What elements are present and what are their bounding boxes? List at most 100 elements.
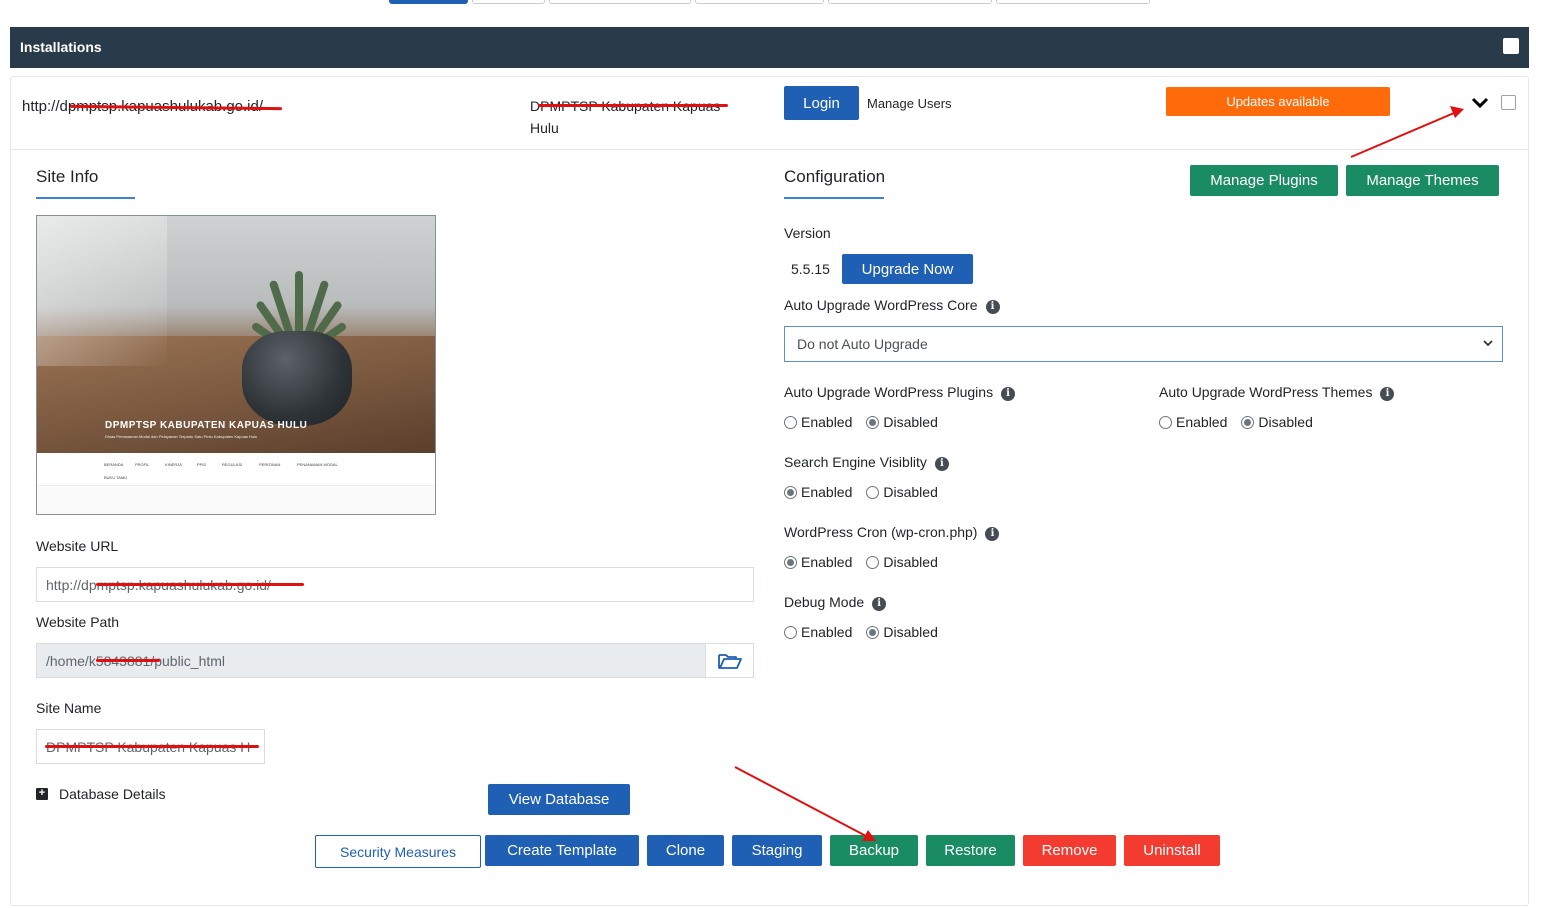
radio-enabled[interactable] bbox=[1159, 415, 1172, 429]
radio-enabled-label: Enabled bbox=[801, 554, 853, 570]
expand-plus-icon[interactable]: + bbox=[36, 788, 48, 800]
info-icon[interactable]: i bbox=[872, 597, 887, 611]
thumbnail-nav-item: REGULASI bbox=[222, 462, 243, 467]
info-icon[interactable]: i bbox=[1001, 387, 1016, 401]
radio-enabled[interactable] bbox=[784, 415, 797, 429]
website-path-suffix: /public_html bbox=[150, 652, 226, 669]
radio-enabled-label: Enabled bbox=[1176, 414, 1228, 430]
site-screenshot: DPMPTSP KABUPATEN KAPUAS HULU Dinas Pena… bbox=[36, 215, 436, 515]
security-measures-button[interactable]: Security Measures bbox=[315, 835, 481, 868]
radio-enabled-label: Enabled bbox=[801, 484, 853, 500]
cron-label: WordPress Cron (wp-cron.php) i bbox=[784, 524, 1000, 541]
manage-users-link[interactable]: Manage Users bbox=[867, 96, 952, 111]
redaction-mark bbox=[96, 659, 160, 662]
select-all-checkbox[interactable] bbox=[1503, 38, 1519, 54]
radio-disabled-label: Disabled bbox=[1258, 414, 1313, 430]
thumbnail-nav: BERANDA PROFIL KINERJA PPID REGULASI PER… bbox=[37, 453, 435, 486]
search-engine-label: Search Engine Visiblity i bbox=[784, 454, 949, 471]
configuration-underline bbox=[784, 197, 884, 199]
radio-disabled[interactable] bbox=[1241, 415, 1255, 429]
auto-upgrade-core-text: Auto Upgrade WordPress Core bbox=[784, 297, 978, 313]
clone-button[interactable]: Clone bbox=[647, 835, 724, 866]
info-icon[interactable]: i bbox=[1380, 387, 1395, 401]
chevron-down-icon bbox=[1483, 340, 1493, 347]
cron-text: WordPress Cron (wp-cron.php) bbox=[784, 524, 978, 540]
folder-open-icon bbox=[717, 653, 742, 669]
installation-site-title-2: Hulu bbox=[530, 120, 559, 136]
auto-upgrade-plugins-radios: Enabled Disabled bbox=[784, 414, 952, 430]
thumbnail-heading: DPMPTSP KABUPATEN KAPUAS HULU bbox=[105, 420, 308, 431]
radio-enabled-label: Enabled bbox=[801, 414, 853, 430]
radio-enabled-label: Enabled bbox=[801, 624, 853, 640]
auto-upgrade-plugins-text: Auto Upgrade WordPress Plugins bbox=[784, 384, 994, 400]
thumbnail-nav-item: BERANDA bbox=[104, 462, 124, 467]
radio-disabled-label: Disabled bbox=[883, 484, 938, 500]
tab-stub-1[interactable] bbox=[389, 0, 468, 4]
site-info-title: Site Info bbox=[36, 167, 99, 186]
header-title: Installations bbox=[20, 39, 102, 55]
chevron-down-icon[interactable] bbox=[1471, 96, 1489, 110]
remove-button[interactable]: Remove bbox=[1023, 835, 1116, 866]
radio-enabled[interactable] bbox=[784, 485, 797, 499]
debug-label: Debug Mode i bbox=[784, 594, 887, 611]
view-database-button[interactable]: View Database bbox=[488, 784, 630, 815]
installations-header: Installations bbox=[10, 27, 1529, 68]
auto-upgrade-themes-text: Auto Upgrade WordPress Themes bbox=[1159, 384, 1373, 400]
radio-disabled-label: Disabled bbox=[883, 554, 938, 570]
radio-disabled[interactable] bbox=[866, 625, 880, 639]
website-path-label: Website Path bbox=[36, 614, 120, 630]
site-info-underline bbox=[36, 197, 135, 199]
radio-disabled-label: Disabled bbox=[883, 624, 938, 640]
radio-disabled-label: Disabled bbox=[883, 414, 938, 430]
row-divider bbox=[11, 149, 1528, 150]
thumbnail-nav-item: BUKU TAMU bbox=[104, 475, 128, 480]
website-url-label: Website URL bbox=[36, 538, 119, 554]
cron-radios: Enabled Disabled bbox=[784, 554, 952, 570]
restore-button[interactable]: Restore bbox=[926, 835, 1015, 866]
staging-button[interactable]: Staging bbox=[732, 835, 822, 866]
site-name-label: Site Name bbox=[36, 700, 102, 716]
database-details-label[interactable]: Database Details bbox=[59, 786, 166, 802]
manage-plugins-button[interactable]: Manage Plugins bbox=[1190, 165, 1338, 196]
updates-available-button[interactable]: Updates available bbox=[1166, 87, 1390, 116]
uninstall-button[interactable]: Uninstall bbox=[1124, 835, 1220, 866]
website-path-prefix: /home/ bbox=[46, 652, 89, 669]
version-value: 5.5.15 bbox=[791, 261, 830, 277]
tab-stub-3[interactable] bbox=[549, 0, 691, 4]
search-engine-radios: Enabled Disabled bbox=[784, 484, 952, 500]
debug-radios: Enabled Disabled bbox=[784, 624, 952, 640]
thumbnail-subheading: Dinas Penanaman Modal dan Pelayanan Terp… bbox=[105, 434, 258, 439]
create-template-button[interactable]: Create Template bbox=[485, 835, 639, 866]
tab-stub-4[interactable] bbox=[695, 0, 824, 4]
thumbnail-nav-item: PERIZINAN bbox=[259, 462, 281, 467]
info-icon[interactable]: i bbox=[985, 300, 1000, 314]
auto-upgrade-themes-radios: Enabled Disabled bbox=[1159, 414, 1327, 430]
tab-stub-2[interactable] bbox=[472, 0, 545, 4]
info-icon[interactable]: i bbox=[985, 527, 1000, 541]
browse-folder-button[interactable] bbox=[705, 643, 754, 678]
upgrade-now-button[interactable]: Upgrade Now bbox=[842, 254, 973, 284]
tab-stub-5[interactable] bbox=[828, 0, 992, 4]
version-label: Version bbox=[784, 225, 831, 241]
installation-checkbox[interactable] bbox=[1501, 95, 1516, 110]
tab-stub-6[interactable] bbox=[996, 0, 1150, 4]
auto-upgrade-core-value: Do not Auto Upgrade bbox=[797, 336, 928, 352]
website-url-prefix: http://d bbox=[46, 576, 89, 593]
radio-enabled[interactable] bbox=[784, 555, 797, 569]
radio-disabled[interactable] bbox=[866, 485, 880, 499]
configuration-title: Configuration bbox=[784, 167, 886, 186]
backup-button[interactable]: Backup bbox=[830, 835, 918, 866]
manage-themes-button[interactable]: Manage Themes bbox=[1346, 165, 1499, 196]
thumbnail-nav-item: PENANAMAN MODAL bbox=[297, 462, 338, 467]
redaction-mark bbox=[45, 745, 259, 748]
auto-upgrade-core-select[interactable]: Do not Auto Upgrade bbox=[784, 326, 1503, 362]
search-engine-text: Search Engine Visiblity bbox=[784, 454, 927, 470]
radio-disabled[interactable] bbox=[866, 415, 880, 429]
thumbnail-nav-item: PROFIL bbox=[135, 462, 150, 467]
info-icon[interactable]: i bbox=[934, 457, 949, 471]
debug-text: Debug Mode bbox=[784, 594, 865, 610]
radio-disabled[interactable] bbox=[866, 555, 880, 569]
login-button[interactable]: Login bbox=[784, 86, 859, 120]
radio-enabled[interactable] bbox=[784, 625, 797, 639]
redaction-mark bbox=[96, 583, 304, 586]
